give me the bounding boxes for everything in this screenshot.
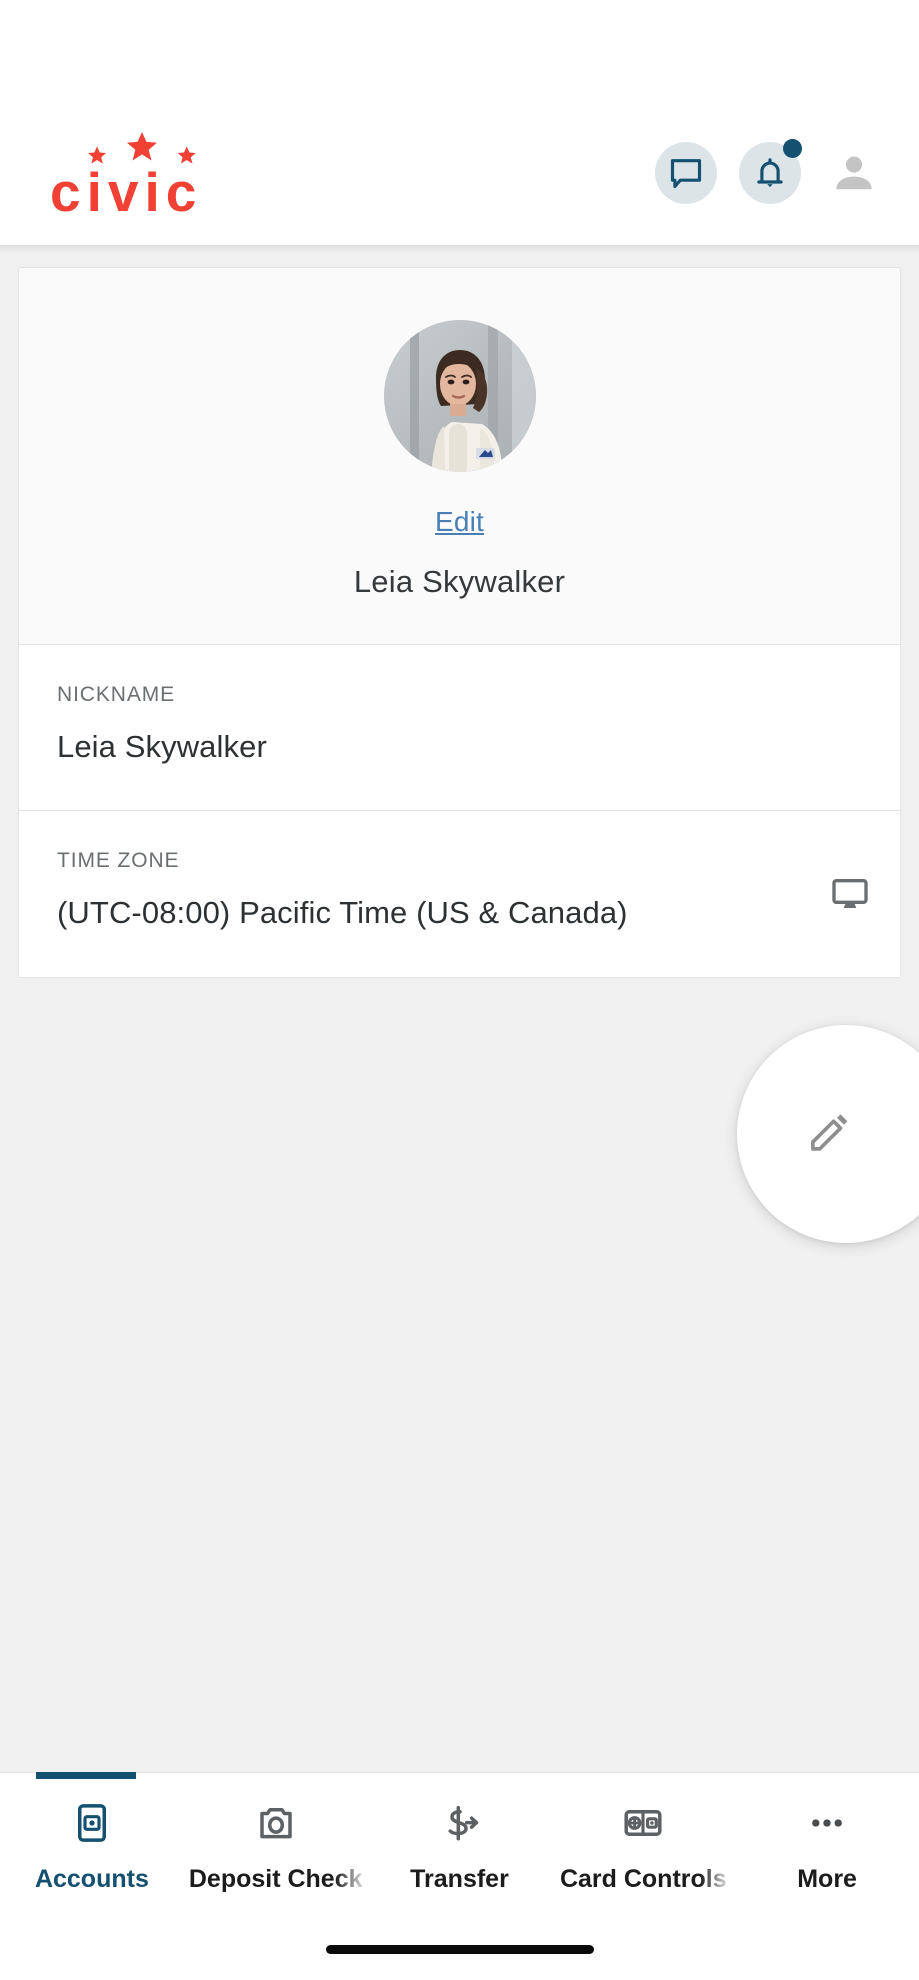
field-label-timezone: TIME ZONE <box>57 849 180 872</box>
nav-item-deposit-check[interactable]: Deposit Check <box>184 1795 368 1923</box>
header-actions <box>655 138 885 204</box>
active-tab-indicator <box>36 1772 136 1779</box>
nav-item-accounts[interactable]: Accounts <box>0 1795 184 1923</box>
field-row-nickname[interactable]: NICKNAME Leia Skywalker <box>19 645 900 811</box>
pencil-icon <box>806 1109 852 1160</box>
dollar-arrow-icon <box>438 1795 480 1851</box>
nav-label-card-controls: Card Controls <box>559 1865 727 1893</box>
profile-summary: Edit Leia Skywalker <box>19 268 900 645</box>
monitor-icon <box>830 874 870 914</box>
field-row-timezone[interactable]: TIME ZONE (UTC-08:00) Pacific Time (US &… <box>19 811 900 977</box>
nav-label-accounts: Accounts <box>34 1865 149 1893</box>
logo-wordmark: civic <box>50 160 203 223</box>
home-indicator <box>325 1945 594 1954</box>
scroll-shadow <box>0 245 919 253</box>
status-bar-spacer <box>0 0 919 100</box>
edit-fab-button[interactable] <box>737 1025 919 1243</box>
field-label-nickname: NICKNAME <box>57 683 176 706</box>
profile-photo[interactable] <box>383 320 536 472</box>
chat-bubble-icon <box>670 158 702 188</box>
nav-label-transfer: Transfer <box>410 1865 509 1893</box>
app-header: civic <box>0 100 919 245</box>
camera-icon <box>255 1795 297 1851</box>
messages-button[interactable] <box>655 141 717 204</box>
nav-item-transfer[interactable]: Transfer <box>368 1795 552 1923</box>
bottom-navigation: Accounts Deposit Check Transfer Card Con… <box>0 1772 919 1980</box>
field-value-timezone: (UTC-08:00) Pacific Time (US & Canada) <box>57 895 628 930</box>
nav-label-more: More <box>797 1865 857 1893</box>
field-value-nickname: Leia Skywalker <box>57 729 267 764</box>
profile-photo-image <box>383 320 536 472</box>
nav-item-card-controls[interactable]: Card Controls <box>551 1795 735 1923</box>
profile-card: Edit Leia Skywalker NICKNAME Leia Skywal… <box>18 267 901 978</box>
card-toggle-icon <box>622 1795 664 1851</box>
nav-label-deposit-check: Deposit Check <box>188 1865 363 1893</box>
nav-item-more[interactable]: More <box>735 1795 919 1923</box>
civic-logo[interactable]: civic <box>50 128 240 223</box>
content-scroll-area[interactable]: Edit Leia Skywalker NICKNAME Leia Skywal… <box>0 245 919 1872</box>
person-icon <box>836 156 872 189</box>
notification-badge <box>783 138 802 158</box>
mobile-card-icon <box>71 1795 113 1851</box>
edit-photo-link[interactable]: Edit <box>19 506 900 538</box>
bell-icon <box>757 157 783 187</box>
ellipsis-icon <box>806 1795 848 1851</box>
notifications-button[interactable] <box>739 138 802 204</box>
app-root: civic Edit Leia Skywalker NICKNAME Leia … <box>0 0 919 1980</box>
profile-button[interactable] <box>823 142 885 204</box>
profile-display-name: Leia Skywalker <box>353 564 566 599</box>
nav-items: Accounts Deposit Check Transfer Card Con… <box>0 1773 919 1923</box>
